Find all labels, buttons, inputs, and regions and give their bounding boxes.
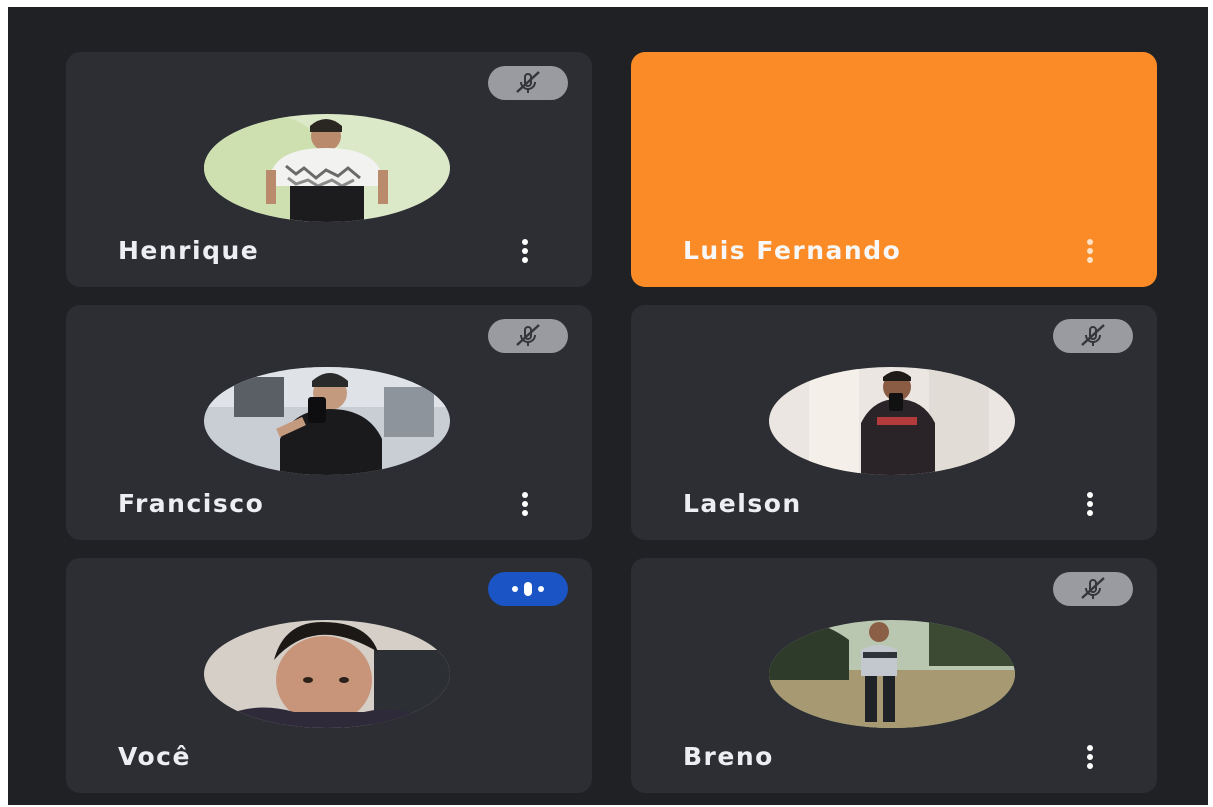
participant-tile-laelson[interactable]: Laelson [631,305,1157,540]
more-vert-icon[interactable] [518,488,532,520]
avatar [204,114,450,222]
more-vert-icon[interactable] [1083,235,1097,267]
participant-tile-henrique[interactable]: Henrique [66,52,592,287]
avatar [769,620,1015,728]
mic-off-icon [1053,572,1133,606]
more-vert-icon[interactable] [518,235,532,267]
participant-name: Luis Fernando [683,236,902,265]
avatar [204,620,450,728]
more-vert-icon[interactable] [1083,488,1097,520]
participant-tile-breno[interactable]: Breno [631,558,1157,793]
participant-name: Você [118,742,191,771]
participant-name: Laelson [683,489,802,518]
participant-tile-luis-fernando[interactable]: Luis Fernando [631,52,1157,287]
more-vert-icon[interactable] [1083,741,1097,773]
avatar [204,367,450,475]
mic-off-icon [1053,319,1133,353]
mic-off-icon [488,66,568,100]
audio-level-icon [488,572,568,606]
participant-name: Henrique [118,236,260,265]
avatar [769,367,1015,475]
participant-tile-voce[interactable]: Você [66,558,592,793]
mic-off-icon [488,319,568,353]
participant-name: Francisco [118,489,265,518]
participant-name: Breno [683,742,774,771]
meeting-grid: Henrique Luis Fernando Francisco Laelson… [8,7,1208,805]
participant-tile-francisco[interactable]: Francisco [66,305,592,540]
